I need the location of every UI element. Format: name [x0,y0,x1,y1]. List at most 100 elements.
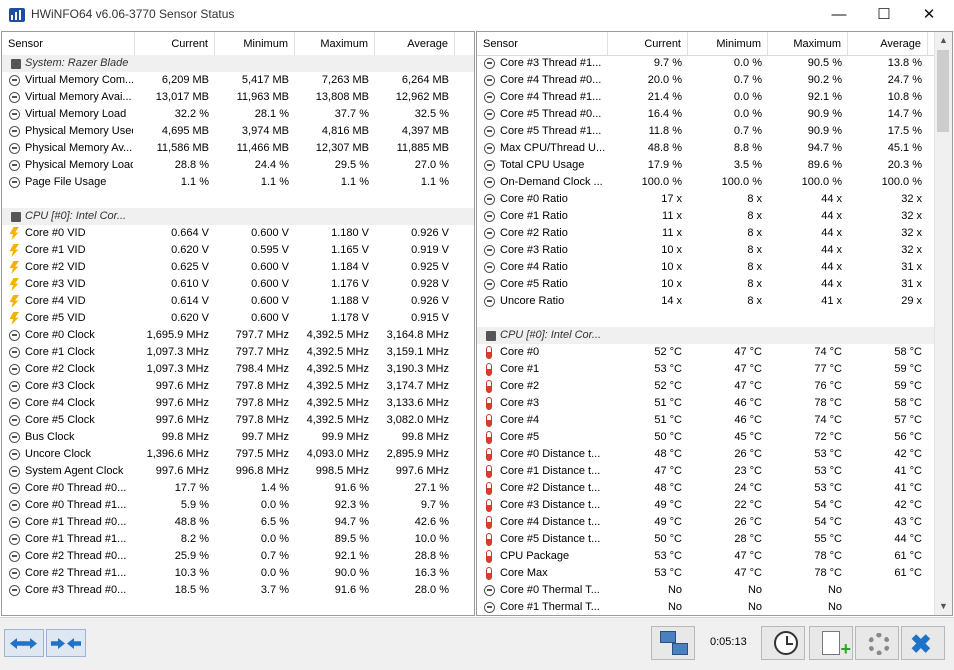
sensor-row-core-3-clock[interactable]: Core #3 Clock 997.6 MHz 797.8 MHz 4,392.5 M… [2,378,474,395]
sensor-row-core-0-thermal-t[interactable]: Core #0 Thermal T... No No No [477,582,952,599]
sensor-row-uncore-ratio[interactable]: Uncore Ratio 14 x 8 x 41 x 29 x [477,293,952,310]
sensor-row-core-3-thread-0[interactable]: Core #3 Thread #0... 18.5 % 3.7 % 91.6 % 28.… [2,582,474,599]
sensor-row-core-5-ratio[interactable]: Core #5 Ratio 10 x 8 x 44 x 31 x [477,276,952,293]
sensor-row-uncore-clock[interactable]: Uncore Clock 1,396.6 MHz 797.5 MHz 4,093.0 … [2,446,474,463]
sensor-row-system-agent-clock[interactable]: System Agent Clock 997.6 MHz 996.8 MHz 998.… [2,463,474,480]
sensor-row-core-4-clock[interactable]: Core #4 Clock 997.6 MHz 797.8 MHz 4,392.5 M… [2,395,474,412]
sensor-row-core-1-thread-0[interactable]: Core #1 Thread #0... 48.8 % 6.5 % 94.7 % 42.… [2,514,474,531]
sensor-row-core-4-distance-t[interactable]: Core #4 Distance t... 49 °C 26 °C 54 °C 43 °… [477,514,952,531]
scroll-down-icon[interactable]: ▼ [935,598,952,615]
sensor-row-core-1-thermal-t[interactable]: Core #1 Thermal T... No No No [477,599,952,615]
sensor-row-core-2-distance-t[interactable]: Core #2 Distance t... 48 °C 24 °C 53 °C 41 °… [477,480,952,497]
sensor-row-core-0-thread-1[interactable]: Core #0 Thread #1... 5.9 % 0.0 % 92.3 % 9.7 … [2,497,474,514]
maximize-button[interactable]: ☐ [861,0,907,30]
sensor-row-core-0[interactable]: Core #0 52 °C 47 °C 74 °C 58 °C [477,344,952,361]
minimum-value: 46 °C [734,397,762,409]
sensor-row-core-2-vid[interactable]: Core #2 VID 0.625 V 0.600 V 1.184 V 0.925 V [2,259,474,276]
sensor-row-core-2-thread-0[interactable]: Core #2 Thread #0... 25.9 % 0.7 % 92.1 % 28.… [2,548,474,565]
column-header-average[interactable]: Average [848,32,928,55]
current-value: 14 x [661,295,682,307]
sensor-row-core-3[interactable]: Core #3 51 °C 46 °C 78 °C 58 °C [477,395,952,412]
reset-timer-button[interactable] [761,626,805,660]
minimum-value: 8 x [747,210,762,222]
logging-button[interactable] [809,626,853,660]
sensor-row-physical-memory-av[interactable]: Physical Memory Av... 11,586 MB 11,466 MB 1… [2,140,474,157]
sensor-row-core-4[interactable]: Core #4 51 °C 46 °C 74 °C 57 °C [477,412,952,429]
column-header-average[interactable]: Average [375,32,455,55]
sensor-row-core-5[interactable]: Core #5 50 °C 45 °C 72 °C 56 °C [477,429,952,446]
sensor-row-core-0-distance-t[interactable]: Core #0 Distance t... 48 °C 26 °C 53 °C 42 °… [477,446,952,463]
sensor-row-bus-clock[interactable]: Bus Clock 99.8 MHz 99.7 MHz 99.9 MHz 99.8 MH… [2,429,474,446]
settings-button[interactable] [855,626,899,660]
sensor-row-core-4-ratio[interactable]: Core #4 Ratio 10 x 8 x 44 x 31 x [477,259,952,276]
current-value: 6,209 MB [161,74,209,86]
sensor-row-core-0-clock[interactable]: Core #0 Clock 1,695.9 MHz 797.7 MHz 4,392.5… [2,327,474,344]
scroll-up-icon[interactable]: ▲ [935,32,952,49]
expand-columns-button[interactable] [4,629,44,657]
sensor-row-core-0-ratio[interactable]: Core #0 Ratio 17 x 8 x 44 x 32 x [477,191,952,208]
sensor-row-core-4-thread-1[interactable]: Core #4 Thread #1... 21.4 % 0.0 % 92.1 % 10.… [477,89,952,106]
sensor-row-core-2[interactable]: Core #2 52 °C 47 °C 76 °C 59 °C [477,378,952,395]
thermometer-icon [486,516,492,529]
column-header-sensor[interactable]: Sensor [2,32,135,55]
sensor-group-row[interactable]: CPU [#0]: Intel Cor... [2,208,474,225]
column-header-minimum[interactable]: Minimum [688,32,768,55]
sensor-row-core-1[interactable]: Core #1 53 °C 47 °C 77 °C 59 °C [477,361,952,378]
average-value: 6,264 MB [401,74,449,86]
sensor-group-row[interactable]: CPU [#0]: Intel Cor... [477,327,952,344]
sensor-row-on-demand-clock[interactable]: On-Demand Clock ... 100.0 % 100.0 % 100.0 %… [477,174,952,191]
sensor-row-core-4-vid[interactable]: Core #4 VID 0.614 V 0.600 V 1.188 V 0.926 V [2,293,474,310]
sensor-row-virtual-memory-avai[interactable]: Virtual Memory Avai... 13,017 MB 11,963 MB… [2,89,474,106]
sensor-row-core-1-ratio[interactable]: Core #1 Ratio 11 x 8 x 44 x 32 x [477,208,952,225]
sensor-row-core-3-thread-1[interactable]: Core #3 Thread #1... 9.7 % 0.0 % 90.5 % 13.8… [477,55,952,72]
column-header-current[interactable]: Current [135,32,215,55]
sensor-row-core-2-clock[interactable]: Core #2 Clock 1,097.3 MHz 798.4 MHz 4,392.5… [2,361,474,378]
sensor-row-core-5-clock[interactable]: Core #5 Clock 997.6 MHz 797.8 MHz 4,392.5 M… [2,412,474,429]
sensor-row-physical-memory-load[interactable]: Physical Memory Load 28.8 % 24.4 % 29.5 % 27… [2,157,474,174]
sensor-row-core-max[interactable]: Core Max 53 °C 47 °C 78 °C 61 °C [477,565,952,582]
sensor-row-cpu-package[interactable]: CPU Package 53 °C 47 °C 78 °C 61 °C [477,548,952,565]
sensor-row-core-5-distance-t[interactable]: Core #5 Distance t... 50 °C 28 °C 55 °C 44 °… [477,531,952,548]
gauge-icon [9,432,20,443]
sensor-row-virtual-memory-load[interactable]: Virtual Memory Load 32.2 % 28.1 % 37.7 % 32.… [2,106,474,123]
sensor-row-core-3-ratio[interactable]: Core #3 Ratio 10 x 8 x 44 x 32 x [477,242,952,259]
maximum-value: 1.1 % [340,176,369,188]
sensor-row-core-0-thread-0[interactable]: Core #0 Thread #0... 17.7 % 1.4 % 91.6 % 27.… [2,480,474,497]
collapse-columns-button[interactable] [46,629,86,657]
sensor-row-core-0-vid[interactable]: Core #0 VID 0.664 V 0.600 V 1.180 V 0.926 V [2,225,474,242]
minimize-button[interactable]: — [816,0,862,30]
sensor-row-page-file-usage[interactable]: Page File Usage 1.1 % 1.1 % 1.1 % 1.1 % [2,174,474,191]
column-header-sensor[interactable]: Sensor [477,32,608,55]
current-value: 1,097.3 MHz [146,363,209,375]
sensor-row-core-5-thread-1[interactable]: Core #5 Thread #1... 11.8 % 0.7 % 90.9 % 17.… [477,123,952,140]
column-header-current[interactable]: Current [608,32,688,55]
sensor-row-core-3-vid[interactable]: Core #3 VID 0.610 V 0.600 V 1.176 V 0.928 V [2,276,474,293]
sensor-row-core-3-distance-t[interactable]: Core #3 Distance t... 49 °C 22 °C 54 °C 42 °… [477,497,952,514]
close-sensors-button[interactable]: ✖ [901,626,945,660]
sensor-row-core-5-vid[interactable]: Core #5 VID 0.620 V 0.600 V 1.178 V 0.915 V [2,310,474,327]
vertical-scrollbar[interactable]: ▲ ▼ [934,32,952,615]
column-header-maximum[interactable]: Maximum [295,32,375,55]
sensor-row-core-2-ratio[interactable]: Core #2 Ratio 11 x 8 x 44 x 32 x [477,225,952,242]
sensor-row-virtual-memory-com[interactable]: Virtual Memory Com... 6,209 MB 5,417 MB 7,2… [2,72,474,89]
scrollbar-thumb[interactable] [937,50,949,132]
network-button[interactable] [651,626,695,660]
sensor-row-total-cpu-usage[interactable]: Total CPU Usage 17.9 % 3.5 % 89.6 % 20.3 % [477,157,952,174]
maximum-value: 72 °C [814,431,842,443]
maximum-value: 78 °C [814,397,842,409]
gauge-icon [9,398,20,409]
sensor-row-core-1-clock[interactable]: Core #1 Clock 1,097.3 MHz 797.7 MHz 4,392.5… [2,344,474,361]
sensor-row-core-5-thread-0[interactable]: Core #5 Thread #0... 16.4 % 0.0 % 90.9 % 14.… [477,106,952,123]
close-window-button[interactable]: ✕ [906,0,952,30]
sensor-row-physical-memory-used[interactable]: Physical Memory Used 4,695 MB 3,974 MB 4,81… [2,123,474,140]
sensor-row-core-4-thread-0[interactable]: Core #4 Thread #0... 20.0 % 0.7 % 90.2 % 24.… [477,72,952,89]
sensor-row-core-1-thread-1[interactable]: Core #1 Thread #1... 8.2 % 0.0 % 89.5 % 10.0… [2,531,474,548]
thermometer-icon [486,431,492,444]
sensor-group-row[interactable]: System: Razer Blade [2,55,474,72]
column-header-minimum[interactable]: Minimum [215,32,295,55]
sensor-row-core-1-distance-t[interactable]: Core #1 Distance t... 47 °C 23 °C 53 °C 41 °… [477,463,952,480]
column-header-maximum[interactable]: Maximum [768,32,848,55]
sensor-row-core-2-thread-1[interactable]: Core #2 Thread #1... 10.3 % 0.0 % 90.0 % 16.… [2,565,474,582]
sensor-row-core-1-vid[interactable]: Core #1 VID 0.620 V 0.595 V 1.165 V 0.919 V [2,242,474,259]
sensor-row-max-cpu-thread-u[interactable]: Max CPU/Thread U... 48.8 % 8.8 % 94.7 % 45.1… [477,140,952,157]
